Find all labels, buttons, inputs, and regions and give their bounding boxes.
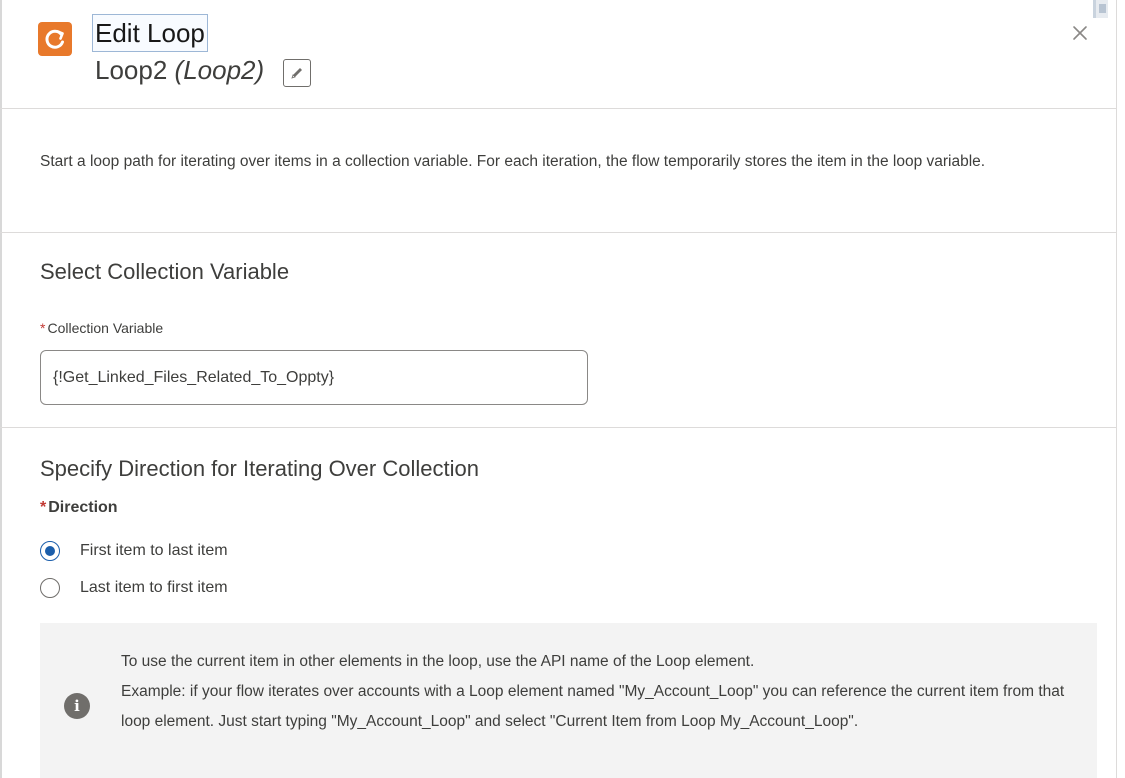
radio-button-first-to-last[interactable] [40, 541, 60, 561]
panel-header: Edit Loop Loop2 (Loop2) [0, 0, 1116, 109]
element-name: Loop2 (Loop2) [95, 54, 264, 86]
direction-label: * Direction [40, 497, 118, 519]
edit-element-button[interactable] [283, 59, 311, 87]
collection-variable-label: * Collection Variable [40, 318, 163, 338]
info-icon: i [64, 693, 90, 719]
direction-label-text: Direction [48, 499, 118, 516]
radio-option-last-to-first[interactable]: Last item to first item [40, 576, 228, 600]
required-marker: * [40, 499, 47, 516]
close-icon [1073, 26, 1087, 40]
radio-option-first-to-last[interactable]: First item to last item [40, 539, 228, 563]
section-divider [0, 232, 1116, 233]
radio-label-first-to-last: First item to last item [80, 542, 228, 559]
pencil-icon [291, 68, 302, 79]
radio-label-last-to-first: Last item to first item [80, 579, 228, 596]
panel-right-border [1116, 0, 1117, 778]
panel-title: Edit Loop [92, 14, 208, 52]
collection-variable-input[interactable] [40, 350, 588, 405]
required-marker: * [40, 320, 46, 336]
direction-section-title: Specify Direction for Iterating Over Col… [40, 456, 479, 481]
info-message-text: To use the current item in other element… [121, 647, 1081, 737]
info-line-1: To use the current item in other element… [121, 653, 755, 670]
edit-loop-panel: Edit Loop Loop2 (Loop2) Start a loop pat… [0, 0, 1125, 778]
info-message-box: i To use the current item in other eleme… [40, 623, 1097, 778]
collection-variable-label-text: Collection Variable [47, 320, 164, 336]
close-button[interactable] [1069, 22, 1091, 44]
loop-description: Start a loop path for iterating over ite… [40, 153, 986, 170]
radio-button-last-to-first[interactable] [40, 578, 60, 598]
section-divider [0, 427, 1116, 428]
element-api-name: (Loop2) [174, 55, 265, 85]
element-label: Loop2 [95, 55, 168, 85]
panel-left-border [0, 0, 2, 778]
collection-section-title: Select Collection Variable [40, 259, 290, 284]
info-line-2: Example: if your flow iterates over acco… [121, 683, 1065, 730]
loop-icon [38, 22, 72, 56]
